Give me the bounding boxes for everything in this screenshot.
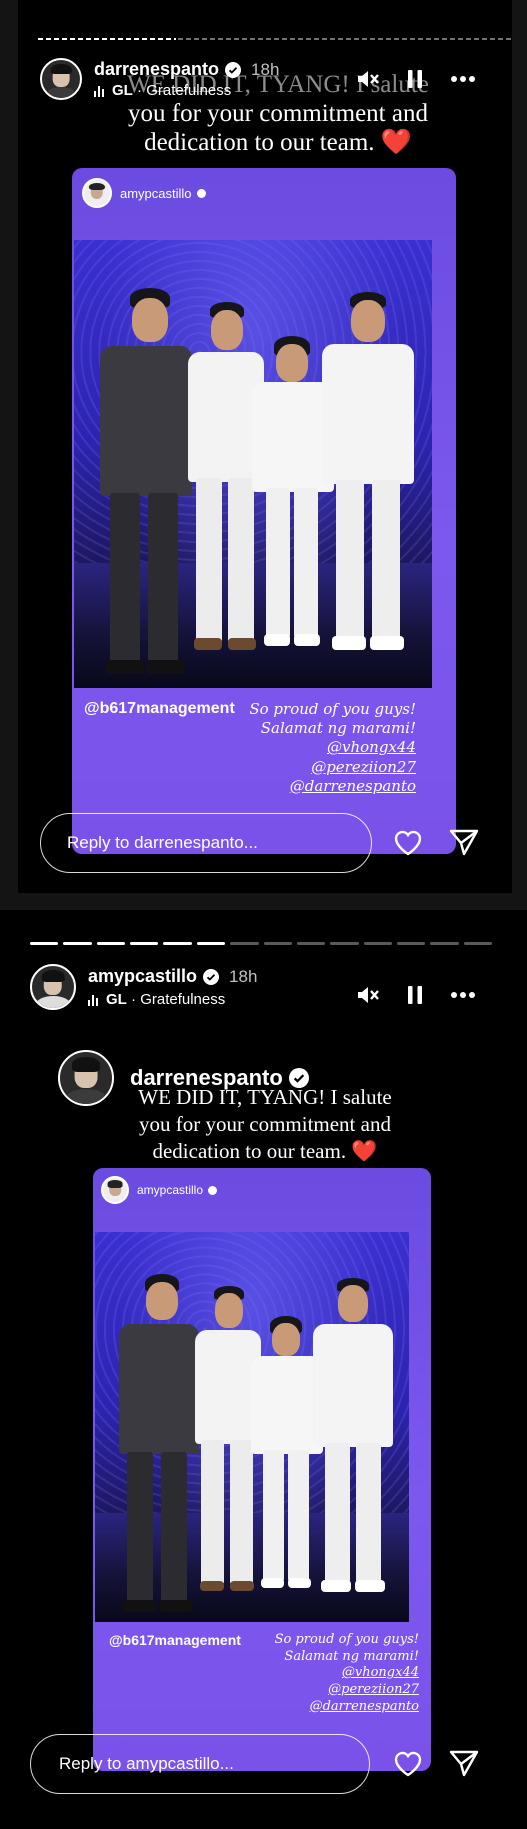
message-line[interactable]: @vhongx44 — [275, 1665, 419, 1682]
card-header: amypcastillo — [101, 1176, 218, 1204]
story-header: amypcastillo 18h GL · Gratefulness — [30, 964, 257, 1010]
person-figure — [115, 1274, 203, 1618]
more-icon[interactable] — [450, 982, 476, 1008]
card-avatar — [101, 1176, 129, 1204]
music-sticker[interactable]: GL · Gratefulness — [88, 991, 257, 1008]
person-figure — [96, 288, 196, 683]
story-timestamp: 18h — [229, 966, 258, 986]
reply-input[interactable]: Reply to darrenespanto... — [40, 813, 372, 873]
caption-line: WE DID IT, TYANG! I salute — [127, 71, 429, 98]
avatar[interactable] — [40, 58, 82, 100]
caption-line: you for your commitment and — [139, 1112, 391, 1136]
message-line: So proud of you guys! — [249, 700, 416, 718]
verified-icon — [196, 188, 206, 198]
story-progress-bar-remaining — [178, 38, 511, 40]
story-caption: WE DID IT, TYANG! I salute you for your … — [90, 1084, 440, 1165]
message-line[interactable]: @vhongx44 — [249, 738, 416, 757]
muted-speaker-icon[interactable] — [354, 982, 380, 1008]
story-controls — [354, 982, 476, 1008]
card-message: So proud of you guys! Salamat ng marami!… — [249, 700, 416, 796]
message-line[interactable]: @darrenespanto — [249, 777, 416, 796]
story-caption: WE DID IT, TYANG! I salute you for your … — [78, 70, 478, 157]
card-avatar — [82, 178, 112, 208]
story-view-amypcastillo: amypcastillo 18h GL · Gratefulness darre… — [0, 910, 527, 1829]
caption-line: dedication to our team. ❤️ — [144, 129, 412, 156]
message-line: Salamat ng marami! — [284, 1648, 419, 1664]
message-line[interactable]: @pereziion27 — [275, 1682, 419, 1699]
shared-story-card[interactable]: amypcastillo @b617management So proud of… — [93, 1168, 431, 1771]
shared-story-card[interactable]: amypcastillo @b617management So proud of… — [72, 168, 456, 854]
message-line: Salamat ng marami! — [260, 719, 416, 738]
story-progress-bar — [30, 942, 493, 945]
person-figure — [311, 1278, 395, 1602]
verified-icon — [208, 1185, 218, 1195]
story-progress-bar — [38, 38, 176, 40]
group-photo — [95, 1232, 409, 1622]
avatar[interactable] — [30, 964, 76, 1010]
caption-line: WE DID IT, TYANG! I salute — [138, 1085, 392, 1109]
story-username[interactable]: amypcastillo — [88, 966, 197, 987]
caption-line: dedication to our team. ❤️ — [152, 1139, 378, 1163]
pause-icon[interactable] — [402, 982, 428, 1008]
person-figure — [320, 292, 416, 662]
reply-placeholder: Reply to amypcastillo... — [59, 1754, 234, 1773]
story-view-darrenespanto: darrenespanto 18h GL · Gratefulness WE D… — [0, 0, 527, 893]
send-icon[interactable] — [448, 1747, 480, 1779]
story-frame: darrenespanto 18h GL · Gratefulness WE D… — [18, 0, 512, 893]
group-photo — [74, 240, 432, 688]
reply-input[interactable]: Reply to amypcastillo... — [30, 1734, 370, 1794]
heart-icon[interactable] — [392, 827, 424, 859]
card-username: amypcastillo — [120, 185, 192, 201]
message-line: So proud of you guys! — [274, 1632, 419, 1647]
music-separator: · — [126, 991, 141, 1008]
reply-placeholder: Reply to darrenespanto... — [67, 833, 258, 852]
caption-line: you for your commitment and — [128, 100, 428, 127]
card-username: amypcastillo — [137, 1183, 204, 1197]
verified-icon — [203, 968, 220, 985]
message-line[interactable]: @pereziion27 — [249, 758, 416, 777]
send-icon[interactable] — [448, 826, 480, 858]
heart-icon[interactable] — [392, 1748, 424, 1780]
mention-tag[interactable]: @b617management — [109, 1632, 241, 1648]
card-header: amypcastillo — [82, 178, 206, 208]
mention-tag[interactable]: @b617management — [84, 700, 235, 718]
music-bars-icon — [88, 994, 98, 1006]
music-title: Gratefulness — [140, 991, 226, 1008]
message-line[interactable]: @darrenespanto — [275, 1699, 419, 1716]
music-artist: GL — [106, 991, 127, 1008]
card-message: So proud of you guys! Salamat ng marami!… — [275, 1632, 419, 1715]
